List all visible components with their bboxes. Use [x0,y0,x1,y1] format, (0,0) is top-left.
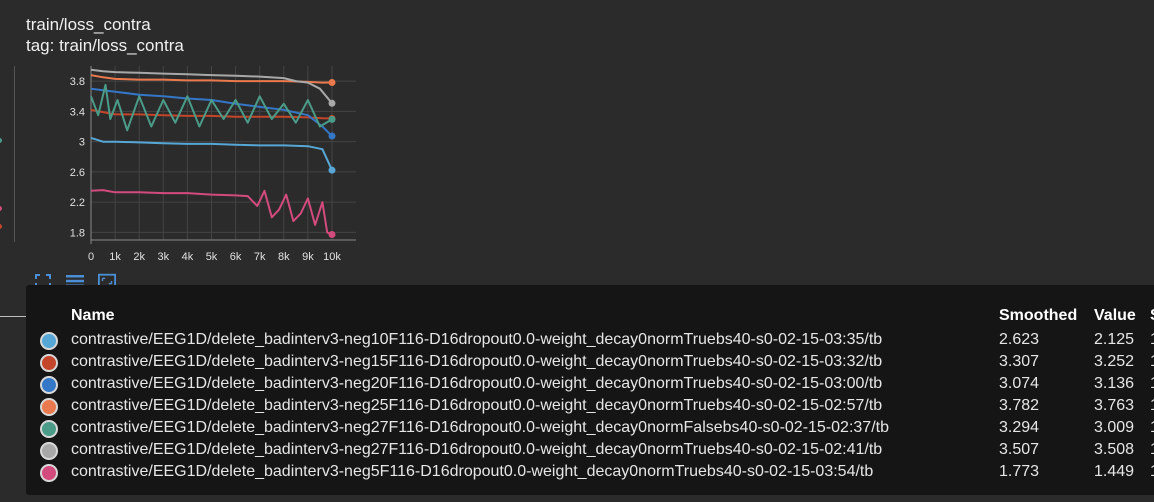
run-name: contrastive/EEG1D/delete_badinterv3-neg2… [71,419,889,436]
y-tick-label: 2.6 [70,167,85,179]
x-tick-label: 10k [323,251,341,263]
y-tick-label: 3.4 [70,106,85,118]
series-endpoint [328,115,336,123]
smoothed-value: 3.074 [999,375,1040,392]
run-name: contrastive/EEG1D/delete_badinterv3-neg5… [71,463,874,480]
x-tick-label: 3k [157,251,169,263]
step-value: 1 [1150,397,1154,415]
run-name: contrastive/EEG1D/delete_badinterv3-neg1… [71,353,883,370]
series-endpoint [328,99,336,107]
table-row[interactable]: contrastive/EEG1D/delete_badinterv3-neg2… [26,373,1154,395]
run-name: contrastive/EEG1D/delete_badinterv3-neg2… [71,375,883,392]
series-color-swatch [40,376,58,394]
table-row[interactable]: contrastive/EEG1D/delete_badinterv3-neg1… [26,351,1154,373]
x-tick-label: 6k [230,251,242,263]
x-tick-label: 8k [278,251,290,263]
step-value: 1 [1150,463,1154,481]
smoothed-value: 1.773 [999,463,1040,480]
series-color-swatch [40,442,58,460]
smoothed-value: 3.782 [999,397,1040,414]
step-value: 1 [1150,375,1154,393]
step-value: 1 [1150,419,1154,437]
raw-value: 3.508 [1094,441,1135,458]
series-color-swatch [40,464,58,482]
raw-value: 3.252 [1094,353,1135,370]
card-tag: tag: train/loss_contra [26,36,184,55]
card-title: train/loss_contra [26,15,151,34]
smoothed-value: 2.623 [999,331,1040,348]
step-value: 1 [1150,353,1154,371]
raw-value: 1.449 [1094,463,1135,480]
y-tick-label: 3 [79,137,85,149]
table-row[interactable]: contrastive/EEG1D/delete_badinterv3-neg5… [26,461,1154,483]
series-color-swatch [40,354,58,372]
adjacent-chart-point [0,224,2,229]
x-tick-label: 7k [254,251,266,263]
series-color-swatch [40,398,58,416]
table-row[interactable]: contrastive/EEG1D/delete_badinterv3-neg2… [26,395,1154,417]
step-value: 1 [1150,331,1154,349]
x-tick-label: 5k [206,251,218,263]
y-tick-label: 2.2 [70,197,85,209]
series-color-swatch [40,332,58,350]
series-endpoint [328,78,336,86]
series-endpoint [328,230,336,238]
series-color-swatch [40,420,58,438]
header-name: Name [71,307,115,324]
raw-value: 3.009 [1094,419,1135,436]
raw-value: 3.763 [1094,397,1135,414]
table-row[interactable]: contrastive/EEG1D/delete_badinterv3-neg2… [26,417,1154,439]
header-smoothed: Smoothed [999,307,1078,324]
smoothed-value: 3.294 [999,419,1040,436]
line-chart[interactable]: 0 1k 2k 3k 4k 5k 6k 7k 8k 9k 10k 3.8 3.4 3 2.6 2.2 1.8 [55,60,360,270]
header-extra: S [1150,307,1154,325]
adjacent-chart-point [0,206,2,211]
adjacent-chart-point [0,138,2,143]
tooltip-table: Name Smoothed Value S contrastive/EEG1D/… [26,285,1154,495]
series-endpoint [328,132,336,140]
step-value: 1 [1150,441,1154,459]
raw-value: 2.125 [1094,331,1135,348]
y-tick-label: 3.8 [70,76,85,88]
series-endpoint [328,166,336,174]
smoothed-value: 3.507 [999,441,1040,458]
adjacent-chart-edge [0,66,15,242]
x-tick-label: 9k [302,251,314,263]
header-value: Value [1094,307,1136,324]
run-name: contrastive/EEG1D/delete_badinterv3-neg2… [71,397,883,414]
table-row[interactable]: contrastive/EEG1D/delete_badinterv3-neg2… [26,439,1154,461]
divider [0,316,26,317]
smoothed-value: 3.307 [999,353,1040,370]
y-tick-label: 1.8 [70,227,85,239]
x-tick-label: 2k [133,251,145,263]
run-name: contrastive/EEG1D/delete_badinterv3-neg2… [71,441,883,458]
raw-value: 3.136 [1094,375,1135,392]
table-row[interactable]: contrastive/EEG1D/delete_badinterv3-neg1… [26,329,1154,351]
x-tick-label: 1k [109,251,121,263]
run-name: contrastive/EEG1D/delete_badinterv3-neg1… [71,331,883,348]
x-tick-label: 4k [182,251,194,263]
x-tick-label: 0 [88,251,94,263]
